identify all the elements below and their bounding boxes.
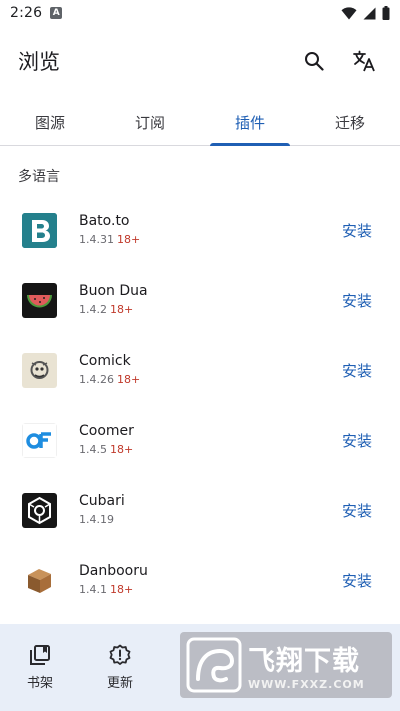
install-button[interactable]: 安装 [342,360,372,381]
notification-indicator: A [50,7,63,19]
watermark: 飞翔下载 WWW.FXXZ.COM [180,632,392,698]
extension-version: 1.4.2 [79,303,107,316]
extension-name: Bato.to [79,213,130,229]
tab-extensions[interactable]: 插件 [200,100,300,146]
extension-name: Cubari [79,493,125,509]
updates-icon [109,644,131,665]
nsfw-badge: 18+ [110,443,134,456]
extension-name: Danbooru [79,563,148,579]
extension-meta: 1.4.1 18+ [79,582,148,598]
install-button[interactable]: 安装 [342,430,372,451]
search-button[interactable] [302,49,326,73]
extension-name: Buon Dua [79,283,148,299]
tab-sources[interactable]: 图源 [0,100,100,145]
wifi-icon [341,6,357,20]
nsfw-badge: 18+ [117,233,141,246]
signal-icon [363,7,376,19]
battery-icon [382,6,390,20]
watermelon-icon [22,282,57,318]
install-button[interactable]: 安装 [342,220,372,241]
extension-item[interactable]: Buon Dua 1.4.2 18+ 安装 [0,265,400,335]
status-time: 2:26 [10,5,43,21]
extension-name: Coomer [79,423,134,439]
translate-icon [353,50,375,72]
watermark-main: 飞翔下载 [248,646,360,677]
section-header: 多语言 [18,169,60,185]
extension-item[interactable]: Coomer 1.4.5 18+ 安装 [0,405,400,475]
extension-info: Cubari 1.4.19 [79,492,125,528]
extension-list: Bato.to 1.4.3118+ 安装 Buon Dua 1.4.218+ [0,195,400,615]
extension-info: Danbooru 1.4.1 18+ [79,562,148,598]
extension-version: 1.4.1 [79,583,107,596]
app-bar-actions [302,49,376,73]
extension-meta: 1.4.5 18+ [79,442,134,458]
nav-library[interactable]: 书架 [0,624,80,691]
nav-updates-label: 更新 [106,676,133,691]
extension-info: Buon Dua 1.4.2 18+ [79,282,148,318]
extension-version: 1.4.19 [79,513,114,526]
watermark-sub: WWW.FXXZ.COM [248,678,365,691]
install-button[interactable]: 安装 [342,500,372,521]
extension-meta: 1.4.26 18+ [79,372,140,388]
watermark-logo-icon [186,637,242,693]
extension-item[interactable]: Bato.to 1.4.31 18+ 安装 [0,195,400,265]
page-title: 浏览 [18,50,60,74]
library-icon [30,645,50,665]
nsfw-badge: 18+ [110,303,134,316]
extension-item[interactable]: Danbooru 1.4.1 18+ 安装 [0,545,400,615]
extension-info: Bato.to 1.4.31 18+ [79,212,140,248]
nsfw-badge: 18+ [117,373,141,386]
cubari-icon [22,492,57,528]
extension-info: Coomer 1.4.5 18+ [79,422,134,458]
watermark-text: 飞翔下载 WWW.FXXZ.COM [248,639,365,691]
extension-item[interactable]: Cubari 1.4.19 安装 [0,475,400,545]
extension-version: 1.4.26 [79,373,114,386]
danbooru-box-icon [22,562,57,598]
status-icons [341,6,390,20]
extension-version: 1.4.31 [79,233,114,246]
extension-version: 1.4.5 [79,443,107,456]
translate-button[interactable] [352,49,376,73]
extension-meta: 1.4.31 18+ [79,232,140,248]
search-icon [305,52,324,71]
nsfw-badge: 18+ [110,583,134,596]
install-button[interactable]: 安装 [342,570,372,591]
app-bar: 浏览 [0,36,400,86]
nav-library-label: 书架 [26,676,53,691]
tab-bar: 图源 订阅 插件 迁移 [0,100,400,146]
nav-updates[interactable]: 更新 [80,624,160,691]
extension-info: Comick 1.4.26 18+ [79,352,140,388]
install-button[interactable]: 安装 [342,290,372,311]
extension-meta: 1.4.2 18+ [79,302,148,318]
coomer-icon [22,422,57,458]
tab-feeds[interactable]: 订阅 [100,100,200,145]
comick-icon [22,352,57,388]
extension-name: Comick [79,353,131,369]
tab-migrate[interactable]: 迁移 [300,100,400,145]
status-bar: 2:26 A [0,0,400,26]
bato-icon [22,212,57,248]
extension-item[interactable]: Comick 1.4.26 18+ 安装 [0,335,400,405]
extension-meta: 1.4.19 [79,512,125,528]
